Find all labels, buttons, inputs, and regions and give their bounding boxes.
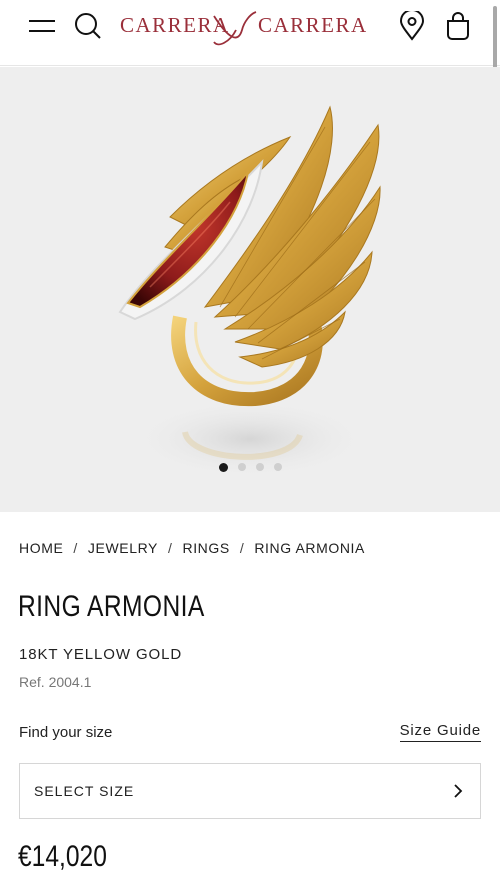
breadcrumb-separator: / xyxy=(239,540,245,556)
breadcrumb: HOME / JEWELRY / RINGS / RING ARMONIA xyxy=(19,540,365,556)
size-guide-link[interactable]: Size Guide xyxy=(399,722,481,742)
svg-text:CARRERA: CARRERA xyxy=(258,13,368,37)
breadcrumb-separator: / xyxy=(167,540,173,556)
menu-icon xyxy=(29,20,55,32)
shopping-bag-icon xyxy=(447,12,469,40)
site-header: CARRERA CARRERA xyxy=(0,0,500,66)
product-title: RING ARMONIA xyxy=(18,590,205,623)
breadcrumb-jewelry[interactable]: JEWELRY xyxy=(88,540,158,556)
gallery-pagination xyxy=(0,463,500,472)
search-button[interactable] xyxy=(68,8,108,44)
shopping-bag-button[interactable] xyxy=(438,8,478,44)
chevron-right-icon xyxy=(454,784,463,798)
product-reference: Ref. 2004.1 xyxy=(19,674,92,690)
menu-button[interactable] xyxy=(22,8,62,44)
select-size-label: SELECT SIZE xyxy=(34,783,135,799)
gallery-dot-1[interactable] xyxy=(218,463,228,472)
gallery-dot-3[interactable] xyxy=(255,463,264,471)
product-image-ring xyxy=(118,105,381,479)
carrera-logo-mark: CARRERA CARRERA xyxy=(120,11,368,46)
store-locator-button[interactable] xyxy=(392,8,432,44)
brand-logo[interactable]: CARRERA CARRERA xyxy=(118,8,380,48)
product-material: 18KT YELLOW GOLD xyxy=(19,646,183,663)
breadcrumb-home[interactable]: HOME xyxy=(19,540,63,556)
product-image-gallery[interactable] xyxy=(0,67,500,512)
breadcrumb-current: RING ARMONIA xyxy=(254,540,365,556)
find-size-label: Find your size xyxy=(19,724,113,741)
search-icon xyxy=(75,13,101,39)
select-size-dropdown[interactable]: SELECT SIZE xyxy=(19,763,481,819)
breadcrumb-separator: / xyxy=(73,540,78,556)
gallery-dot-2[interactable] xyxy=(237,463,246,471)
svg-text:CARRERA: CARRERA xyxy=(120,13,230,37)
store-locator-icon xyxy=(399,11,425,41)
product-price: €14,020 xyxy=(18,840,107,873)
gallery-dot-4[interactable] xyxy=(273,463,282,471)
breadcrumb-rings[interactable]: RINGS xyxy=(182,540,229,556)
